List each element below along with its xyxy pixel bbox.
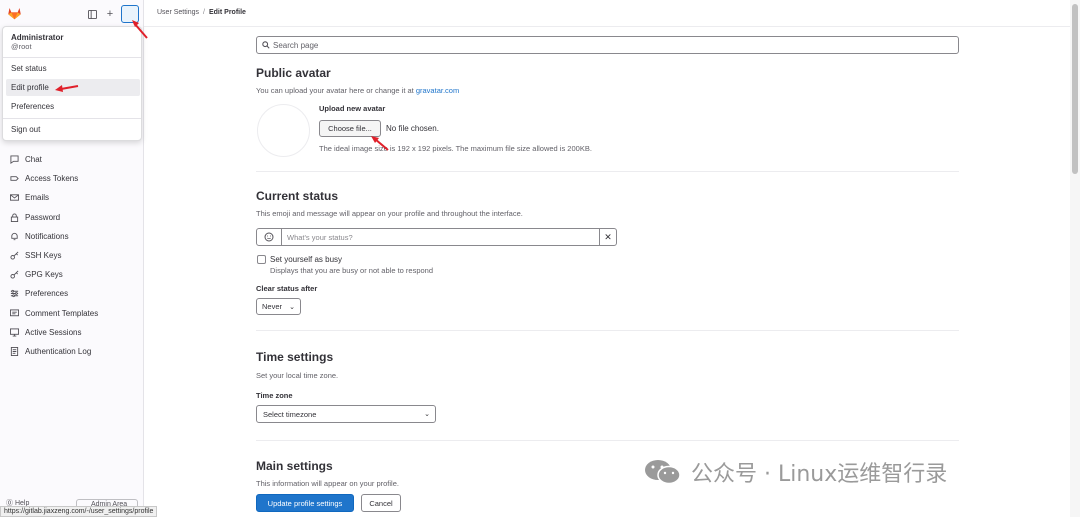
key-icon [9,270,19,280]
gravatar-link[interactable]: gravatar.com [416,86,459,95]
public-avatar-heading: Public avatar [256,66,331,80]
browser-status-url: https://gitlab.jiaxzeng.com/-/user_setti… [0,506,158,517]
sidebar-item-access-tokens[interactable]: Access Tokens [0,169,144,188]
emoji-picker-button[interactable] [257,229,282,245]
timezone-select[interactable]: Select timezone ⌄ [256,405,436,423]
chevron-down-icon: ⌄ [424,411,430,418]
clear-status-after-select[interactable]: Never ⌄ [256,298,301,315]
search-page-input[interactable]: Search page [256,36,959,54]
preferences-menu-item[interactable]: Preferences [6,98,140,115]
public-avatar-description: You can upload your avatar here or chang… [256,86,459,95]
sidebar-item-preferences[interactable]: Preferences [0,284,144,303]
sidebar-item-label: Notifications [25,231,69,241]
avatar-size-help: The ideal image size is 192 x 192 pixels… [319,144,592,153]
create-new-plus-icon[interactable]: + [101,5,119,23]
status-message-input[interactable]: What's your status? [282,229,599,245]
sidebar-item-emails[interactable]: Emails [0,188,144,207]
watermark-text: 公众号 · Linux运维智行录 [691,462,948,487]
sidebar-item-label: Emails [25,193,50,203]
user-full-name[interactable]: Administrator [11,33,63,42]
busy-help-text: Displays that you are busy or not able t… [270,266,434,275]
header-divider [144,26,1070,27]
chat-icon [9,155,19,165]
token-icon [9,174,19,184]
monitor-icon [9,327,19,337]
smiley-icon [264,232,274,242]
lock-icon [9,212,19,222]
search-placeholder: Search page [273,40,319,50]
sidebar-item-label: SSH Keys [25,251,62,261]
wechat-icon [645,460,681,485]
update-profile-settings-button[interactable]: Update profile settings [256,494,354,512]
annotation-arrow-icon [55,85,79,92]
sidebar-item-gpg-keys[interactable]: GPG Keys [0,265,144,284]
page-scrollbar[interactable] [1070,0,1080,517]
sidebar-item-password[interactable]: Password [0,208,144,227]
avatar-desc-text: You can upload your avatar here or chang… [256,86,416,95]
sidebar-item-notifications[interactable]: Notifications [0,227,144,246]
no-file-chosen-text: No file chosen. [386,124,439,133]
current-status-heading: Current status [256,189,339,203]
sidebar-item-label: Comment Templates [25,308,99,318]
mail-icon [9,193,19,203]
sidebar-item-comment-templates[interactable]: Comment Templates [0,304,144,323]
sidebar-topbar: + [0,0,144,28]
breadcrumb-separator: / [203,9,205,16]
watermark: 公众号 · Linux运维智行录 [643,456,947,488]
sidebar-item-chat[interactable]: Chat [0,150,144,169]
set-status-menu-item[interactable]: Set status [6,60,140,77]
current-status-description: This emoji and message will appear on yo… [256,209,523,218]
sidebar-item-label: Chat [25,155,42,165]
sign-out-menu-item[interactable]: Sign out [6,121,140,138]
key-icon [9,251,19,261]
clear-status-after-label: Clear status after [256,284,318,293]
cancel-button[interactable]: Cancel [361,494,401,512]
sidebar-item-active-sessions[interactable]: Active Sessions [0,323,144,342]
log-icon [9,346,19,356]
timezone-value: Select timezone [263,409,317,419]
username: @root [11,42,32,51]
breadcrumb: User Settings / Edit Profile [157,9,246,16]
annotation-arrow-icon [371,136,389,151]
sidebar-item-label: Preferences [25,289,69,299]
sidebar-toggle-icon[interactable] [83,5,101,23]
time-settings-heading: Time settings [256,350,334,364]
avatar-preview [257,104,310,157]
sidebar-item-ssh-keys[interactable]: SSH Keys [0,246,144,265]
section-divider [256,171,959,172]
upload-avatar-label: Upload new avatar [319,104,386,113]
search-icon [262,41,270,49]
breadcrumb-edit-profile[interactable]: Edit Profile [209,9,246,16]
scrollbar-thumb[interactable] [1072,4,1078,174]
clear-status-after-value: Never [262,302,283,311]
status-input-group: What's your status? ✕ [256,228,617,246]
sidebar-item-label: Access Tokens [25,174,79,184]
comment-icon [9,308,19,318]
section-divider [256,330,959,331]
time-settings-description: Set your local time zone. [256,371,339,380]
sidebar-item-label: Password [25,212,61,222]
bell-icon [9,231,19,241]
busy-checkbox-label[interactable]: Set yourself as busy [270,255,342,264]
main-settings-heading: Main settings [256,459,333,473]
sidebar-item-label: Authentication Log [25,346,92,356]
time-zone-label: Time zone [256,391,293,400]
menu-divider [3,118,141,119]
main-settings-description: This information will appear on your pro… [256,479,399,488]
gitlab-logo-icon[interactable] [7,6,22,20]
sidebar-item-authentication-log[interactable]: Authentication Log [0,342,144,361]
busy-checkbox[interactable] [257,255,266,264]
preferences-icon [9,289,19,299]
clear-status-icon[interactable]: ✕ [599,229,616,245]
chevron-down-icon: ⌄ [289,304,295,311]
annotation-arrow-icon [132,20,148,39]
section-divider [256,440,959,441]
sidebar-item-label: Active Sessions [25,327,82,337]
sidebar-item-label: GPG Keys [25,270,63,280]
settings-nav: Chat Access Tokens Emails Password Notif… [0,150,144,361]
menu-divider [3,57,141,58]
breadcrumb-user-settings[interactable]: User Settings [157,9,199,16]
